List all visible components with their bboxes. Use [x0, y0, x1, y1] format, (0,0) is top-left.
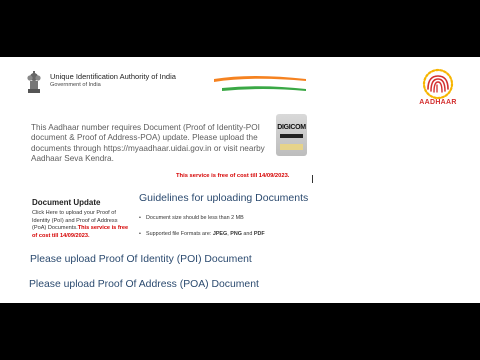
digicom-text: DIGICOM	[277, 124, 306, 131]
guidelines-list: • Document size should be less than 2 MB…	[139, 215, 265, 247]
aadhaar-logo: AADHAAR	[413, 65, 463, 109]
text-cursor	[312, 175, 313, 183]
bullet-icon: •	[139, 215, 141, 221]
digicom-foot	[280, 144, 303, 150]
org-subtitle: Government of India	[50, 82, 101, 88]
tricolor-stripes	[214, 76, 306, 91]
free-service-note: This service is free of cost till 14/09/…	[176, 173, 290, 179]
document-update-link[interactable]: Click Here to upload your Proof of Ident…	[32, 210, 132, 240]
aadhaar-fingerprint-icon	[422, 68, 454, 100]
update-notice: This Aadhaar number requires Document (P…	[31, 123, 265, 164]
org-name: Unique Identification Authority of India	[50, 72, 176, 81]
guideline-item: • Document size should be less than 2 MB	[139, 215, 265, 231]
document-update-title: Document Update	[32, 198, 101, 207]
format-sep2: and	[241, 231, 254, 237]
upload-poi-heading[interactable]: Please upload Proof Of Identity (POI) Do…	[30, 254, 252, 265]
upload-poa-heading[interactable]: Please upload Proof Of Address (POA) Doc…	[29, 279, 259, 290]
national-emblem-icon	[27, 71, 41, 93]
digicom-bar	[280, 134, 303, 138]
aadhaar-wordmark: AADHAAR	[419, 99, 457, 106]
digicom-badge: DIGICOM	[276, 114, 307, 156]
aadhaar-page: Unique Identification Authority of India…	[0, 57, 480, 303]
guideline-formats-prefix: Supported file Formats are:	[146, 231, 213, 237]
guideline-item: • Supported file Formats are: JPEG, PNG …	[139, 231, 265, 247]
bullet-icon: •	[139, 231, 141, 237]
format-jpeg: JPEG	[212, 231, 228, 237]
guidelines-title: Guidelines for uploading Documents	[139, 192, 309, 204]
guideline-size: Document size should be less than 2 MB	[146, 215, 244, 221]
format-pdf: PDF	[253, 231, 265, 237]
format-png: PNG	[230, 231, 242, 237]
